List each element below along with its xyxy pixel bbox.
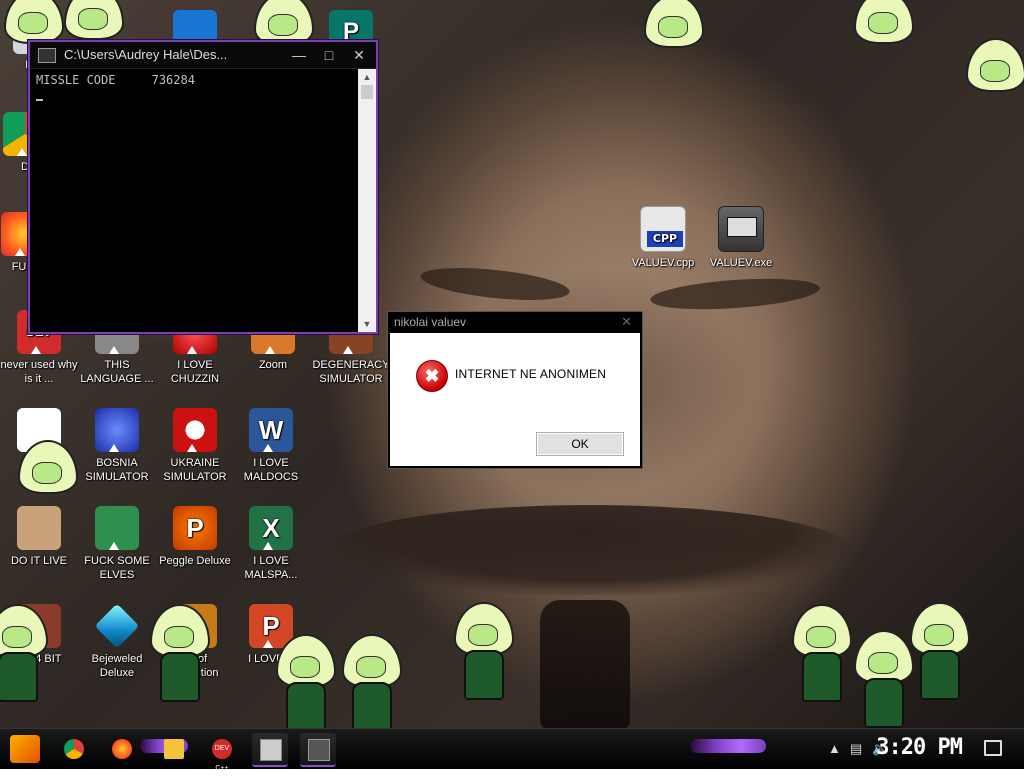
- peridot-sprite: [850, 630, 914, 728]
- elves-game-icon: [95, 506, 139, 550]
- taskbar-devcpp[interactable]: DEV C++: [204, 733, 240, 772]
- console-output[interactable]: MISSLE CODE 736284: [30, 69, 358, 332]
- desktop-icon-bosnia[interactable]: BOSNIA SIMULATOR: [76, 408, 158, 484]
- icon-label: Peggle Deluxe: [159, 555, 231, 567]
- console-title: C:\Users\Audrey Hale\Des...: [64, 47, 228, 62]
- wallpaper-brow-right: [649, 274, 821, 314]
- exe-file-icon: [718, 206, 764, 252]
- peridot-sprite: [788, 604, 852, 702]
- chrome-icon: [64, 739, 84, 759]
- icon-label: I LOVE MALDOCS: [243, 457, 299, 483]
- word-icon: W: [249, 408, 293, 452]
- icon-label: Zoom: [258, 359, 288, 371]
- taskbar-chrome[interactable]: [56, 733, 92, 765]
- peggle-icon: P: [173, 506, 217, 550]
- excel-icon: X: [249, 506, 293, 550]
- wallpaper-brow-left: [418, 262, 572, 306]
- peridot-sprite: [146, 604, 210, 702]
- console-line-value: 736284: [151, 73, 195, 87]
- peridot-sprite: [338, 634, 402, 728]
- devcpp-icon: DEV C++: [212, 739, 232, 772]
- scroll-down-icon[interactable]: ▼: [358, 316, 376, 332]
- peridot-sprite: [850, 0, 914, 86]
- cpp-tag: CPP: [647, 231, 683, 247]
- message-dialog[interactable]: nikolai valuev ✕ ✖ INTERNET NE ANONIMEN …: [387, 311, 643, 469]
- icon-label: never used why is it ...: [0, 359, 78, 385]
- peridot-sprite: [906, 602, 970, 700]
- desktop-icon-ukraine[interactable]: UKRAINE SIMULATOR: [154, 408, 236, 484]
- network-icon[interactable]: ▤: [850, 741, 862, 757]
- console-window[interactable]: C:\Users\Audrey Hale\Des... — □ ✕ MISSLE…: [28, 40, 378, 334]
- peridot-sprite: [450, 602, 514, 700]
- console-titlebar[interactable]: C:\Users\Audrey Hale\Des... — □ ✕: [30, 42, 376, 69]
- console-cursor: [36, 99, 43, 101]
- taskbar-clock[interactable]: 3:20 PM: [876, 735, 963, 760]
- icon-label: I LOVE CHUZZIN: [170, 359, 220, 385]
- notification-icon[interactable]: [984, 740, 1002, 756]
- firefox-icon: [112, 739, 132, 759]
- taskbar-file-explorer[interactable]: [156, 733, 192, 765]
- minimize-icon[interactable]: —: [284, 42, 314, 68]
- icon-label: I LOVE MALSPA...: [244, 555, 298, 581]
- icon-label: BOSNIA SIMULATOR: [85, 457, 149, 483]
- console-line-label: MISSLE CODE: [36, 73, 116, 87]
- taskbar-decoration: [690, 739, 766, 753]
- desktop-icon-peggle[interactable]: P Peggle Deluxe: [154, 506, 236, 568]
- icon-label: DEGENERACY SIMULATOR: [312, 359, 390, 385]
- icon-label: VALUEV.cpp: [631, 257, 695, 269]
- start-button[interactable]: [10, 735, 40, 763]
- folder-icon: [164, 739, 184, 759]
- virus-ball-icon: [95, 408, 139, 452]
- peridot-sprite: [962, 38, 1024, 134]
- peridot-sprite: [640, 0, 704, 90]
- desktop-icon-valuev-exe[interactable]: VALUEV.exe: [700, 206, 782, 270]
- gem-icon: [94, 603, 140, 649]
- wallpaper-goatee: [540, 600, 630, 728]
- close-icon[interactable]: ✕: [344, 42, 374, 68]
- peridot-sprite: [0, 604, 48, 702]
- desktop-icon-elves[interactable]: FUCK SOME ELVES: [76, 506, 158, 582]
- scroll-thumb[interactable]: [361, 85, 373, 99]
- chevron-up-icon[interactable]: ▲: [828, 741, 841, 756]
- icon-label: UKRAINE SIMULATOR: [163, 457, 227, 483]
- icon-label: VALUEV.exe: [709, 257, 773, 269]
- icon-label: FUCK SOME ELVES: [84, 555, 150, 581]
- dialog-title: nikolai valuev: [394, 315, 467, 329]
- desktop-icon-malspa[interactable]: X I LOVE MALSPA...: [230, 506, 312, 582]
- maximize-icon[interactable]: □: [314, 42, 344, 68]
- console-scrollbar[interactable]: ▲ ▼: [358, 69, 376, 332]
- dialog-message: INTERNET NE ANONIMEN: [455, 367, 607, 381]
- peridot-sprite: [14, 440, 78, 536]
- ok-button[interactable]: OK: [536, 432, 624, 456]
- taskbar-console[interactable]: [252, 733, 288, 767]
- taskbar-valuev[interactable]: [300, 733, 336, 767]
- wallpaper-mustache: [330, 505, 850, 595]
- console-icon: [260, 739, 282, 761]
- taskbar: DEV C++ ▲ ▤ 🔈 3:20 PM: [0, 728, 1024, 772]
- desktop-background: Rec D FUR DEV never used why is it ... T…: [0, 0, 1024, 728]
- desktop-icon-valuev-cpp[interactable]: CPP VALUEV.cpp: [622, 206, 704, 270]
- dialog-titlebar[interactable]: nikolai valuev ✕: [388, 312, 642, 332]
- error-icon: ✖: [416, 360, 448, 392]
- radiation-icon: [173, 408, 217, 452]
- console-icon: [38, 48, 56, 63]
- cpp-file-icon: CPP: [640, 206, 686, 252]
- desktop-icon-maldocs[interactable]: W I LOVE MALDOCS: [230, 408, 312, 484]
- scroll-up-icon[interactable]: ▲: [358, 69, 376, 85]
- icon-label: DO IT LIVE: [10, 555, 68, 567]
- close-icon[interactable]: ✕: [621, 312, 632, 332]
- peridot-sprite: [272, 634, 336, 728]
- exe-file-icon: [308, 739, 330, 761]
- taskbar-firefox[interactable]: [104, 733, 140, 765]
- icon-label: THIS LANGUAGE ...: [80, 359, 154, 385]
- dialog-content: ✖ INTERNET NE ANONIMEN OK: [390, 333, 640, 466]
